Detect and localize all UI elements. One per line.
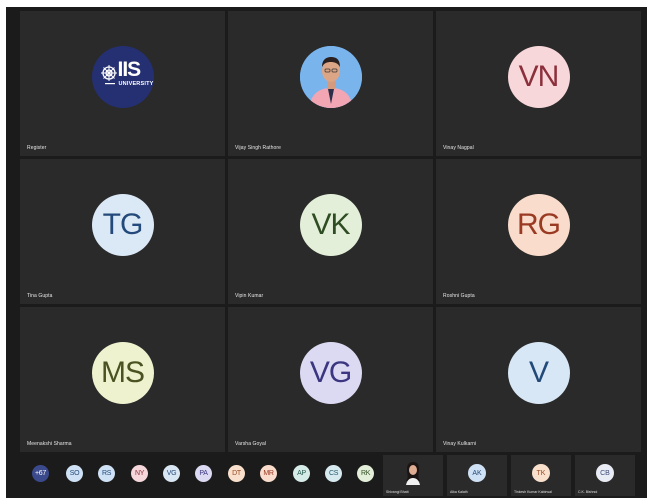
participant-tile[interactable]: TG Tina Gupta: [20, 159, 225, 304]
participant-mini-tile[interactable]: TK Tinkesh Kumar Kabirwal: [511, 455, 571, 496]
participant-name: Vinay Nagpal: [443, 145, 474, 151]
participant-avatar[interactable]: RS: [98, 465, 115, 482]
participant-avatar[interactable]: RK: [357, 465, 374, 482]
participant-name: Vijay Singh Rathore: [235, 145, 282, 151]
meeting-window: – ▫ X II: [6, 7, 647, 498]
university-logo: IIS UNIVERSITY: [91, 45, 154, 108]
participant-name: Meenakshi Sharma: [27, 441, 72, 447]
participant-name: Shivangi Bhatt: [386, 490, 409, 494]
more-participants-button[interactable]: +67: [32, 465, 49, 482]
initials-avatar: VK: [299, 193, 362, 256]
participant-name: Varsha Goyal: [235, 441, 267, 447]
participant-avatar[interactable]: NY: [131, 465, 148, 482]
participant-name: Roshni Gupta: [443, 293, 475, 299]
participant-name: Tina Gupta: [27, 293, 53, 299]
participant-avatar[interactable]: SO: [66, 465, 83, 482]
participant-name: Vipin Kumar: [235, 293, 264, 299]
participant-avatar[interactable]: CS: [325, 465, 342, 482]
participant-tile[interactable]: IIS UNIVERSITY Register: [20, 11, 225, 156]
initials-avatar: RG: [507, 193, 570, 256]
initials-avatar: MS: [91, 341, 154, 404]
participant-name: Register: [27, 145, 47, 151]
participant-mini-tile[interactable]: Shivangi Bhatt: [383, 455, 443, 496]
initials-avatar: TK: [532, 464, 550, 482]
participant-mini-tile[interactable]: CB C.K. Bishnoi: [575, 455, 635, 496]
initials-avatar: VG: [299, 341, 362, 404]
initials-avatar: TG: [91, 193, 154, 256]
participant-tile[interactable]: Vijay Singh Rathore: [228, 11, 433, 156]
participant-tile[interactable]: MS Meenakshi Sharma: [20, 307, 225, 452]
logo-title: IIS: [117, 57, 142, 81]
participant-name: Alka Kalath: [450, 490, 468, 494]
participants-strip: +67 SO RS NY VG PA DT MR AP CS RK Shivan…: [6, 453, 647, 498]
participant-tile[interactable]: VN Vinay Nagpal: [436, 11, 641, 156]
participant-tile[interactable]: RG Roshni Gupta: [436, 159, 641, 304]
participant-avatar[interactable]: VG: [163, 465, 180, 482]
initials-avatar: V: [507, 341, 570, 404]
participant-name: C.K. Bishnoi: [578, 490, 598, 494]
participant-tile[interactable]: VG Varsha Goyal: [228, 307, 433, 452]
participant-avatar[interactable]: MR: [260, 465, 277, 482]
participant-avatar[interactable]: DT: [228, 465, 245, 482]
participant-mini-tile[interactable]: AK Alka Kalath: [447, 455, 507, 496]
participant-tile[interactable]: VK Vipin Kumar: [228, 159, 433, 304]
logo-subtitle: UNIVERSITY: [118, 80, 154, 87]
initials-avatar: AK: [468, 464, 486, 482]
participant-avatar[interactable]: PA: [195, 465, 212, 482]
participant-name: Tinkesh Kumar Kabirwal: [514, 490, 552, 494]
participant-tile[interactable]: V Vinay Kulkarni: [436, 307, 641, 452]
video-grid: IIS UNIVERSITY Register Vijay Singh Rath…: [20, 11, 641, 452]
participant-avatar[interactable]: AP: [293, 465, 310, 482]
initials-avatar: CB: [596, 464, 614, 482]
initials-avatar: VN: [507, 45, 570, 108]
person-photo-icon: [406, 462, 420, 485]
person-avatar-icon: [299, 45, 362, 108]
participant-name: Vinay Kulkarni: [443, 441, 477, 447]
participant-photo: [299, 45, 362, 108]
